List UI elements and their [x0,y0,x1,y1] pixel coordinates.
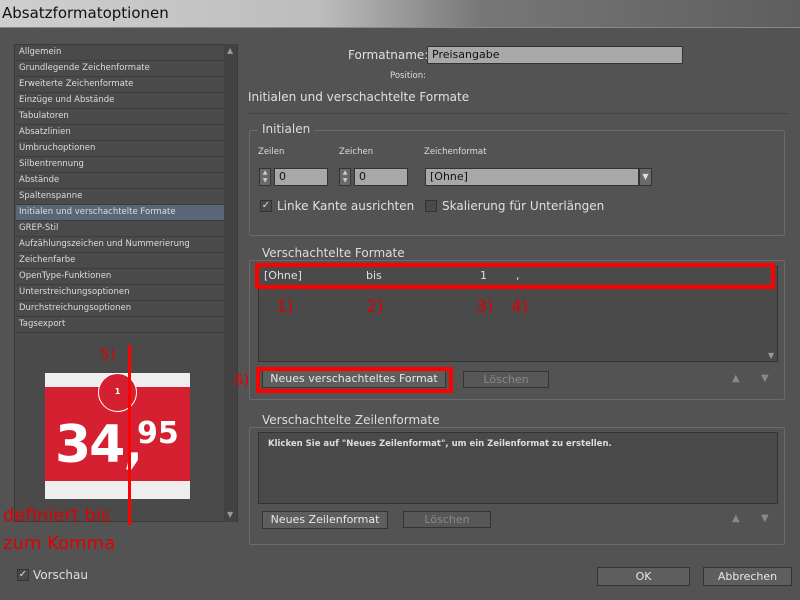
sidebar-item[interactable]: Abstände [16,173,224,189]
move-down-icon[interactable]: ▼ [761,373,769,384]
linke-kante-label: Linke Kante ausrichten [277,199,415,213]
scroll-up-icon[interactable]: ▲ [227,46,233,55]
skalierung-label: Skalierung für Unterlängen [442,199,605,213]
sidebar-item[interactable]: GREP-Stil [16,221,224,237]
sidebar-item[interactable]: Aufzählungszeichen und Nummerierung [16,237,224,253]
line-move-down-icon[interactable]: ▼ [761,513,769,524]
delete-line-format-button[interactable]: Löschen [403,511,491,528]
zeichen-input[interactable]: 0 [354,168,408,186]
position-label: Position: [390,71,426,81]
sidebar-item[interactable]: Initialen und verschachtelte Formate [16,205,224,221]
ok-button[interactable]: OK [597,567,690,586]
scroll-down-icon[interactable]: ▼ [227,510,233,519]
price-cents: 95 [137,416,179,451]
divider [248,113,788,114]
sidebar-item[interactable]: Silbentrennung [16,157,224,173]
nested-row-format[interactable]: [Ohne] [264,269,302,282]
preview-checkbox[interactable]: ✓ [17,569,29,581]
delete-nested-button[interactable]: Löschen [463,371,549,388]
sidebar-item[interactable]: Einzüge und Abstände [16,93,224,109]
section-title: Initialen und verschachtelte Formate [248,90,470,104]
sidebar-item[interactable]: Tabulatoren [16,109,224,125]
annotation-note-1: definiert bis [3,505,111,526]
price-main: 34 [55,415,125,475]
badge: 1 [98,373,137,412]
sidebar-item[interactable]: Erweiterte Zeichenformate [16,77,224,93]
zeilen-input[interactable]: 0 [274,168,328,186]
sidebar-item[interactable]: Allgemein [16,45,224,61]
sidebar-item[interactable]: Grundlegende Zeichenformate [16,61,224,77]
formatname-label: Formatname: [348,48,429,62]
nested-row-mode[interactable]: bis [366,269,382,282]
annotation-note-2: zum Komma [3,533,116,554]
sidebar-item[interactable]: Umbruchoptionen [16,141,224,157]
annotation-4: 4) [511,297,529,317]
annotation-2: 2) [366,297,384,317]
initialen-title: Initialen [258,122,315,136]
list-scroll-down-icon[interactable]: ▼ [768,351,774,360]
annotation-button-box [256,367,453,393]
cancel-button[interactable]: Abbrechen [703,567,792,586]
new-line-format-button[interactable]: Neues Zeilenformat [262,511,388,529]
sidebar-item[interactable]: Absatzlinien [16,125,224,141]
zeilen-label: Zeilen [258,147,285,157]
formatname-input[interactable]: Preisangabe [427,46,683,64]
sidebar-item[interactable]: Spaltenspanne [16,189,224,205]
annotation-line [128,345,131,525]
sidebar-item[interactable]: Durchstreichungsoptionen [16,301,224,317]
sidebar-item[interactable]: Unterstreichungsoptionen [16,285,224,301]
sidebar-item[interactable]: Tagsexport [16,317,224,333]
move-up-icon[interactable]: ▲ [732,373,740,384]
annotation-5: 5) [100,345,116,363]
line-formats-hint: Klicken Sie auf "Neues Zeilenformat", um… [268,439,612,449]
window-title: Absatzformatoptionen [2,4,169,22]
sidebar-item[interactable]: Zeichenfarbe [16,253,224,269]
annotation-6: 6) [234,371,250,389]
annotation-row-box [255,263,775,289]
zeichenformat-select[interactable]: [Ohne] [425,168,639,186]
nested-row-char[interactable]: , [516,269,520,282]
preview-image: 1 34, 95 [45,373,190,499]
linke-kante-checkbox[interactable]: ✓ [260,200,272,212]
skalierung-checkbox[interactable] [425,200,437,212]
annotation-1: 1) [276,297,294,317]
nested-row-count[interactable]: 1 [480,269,487,282]
nested-title: Verschachtelte Formate [258,246,409,260]
line-move-up-icon[interactable]: ▲ [732,513,740,524]
chevron-down-icon[interactable]: ▼ [639,168,652,186]
zeichen-label: Zeichen [339,147,374,157]
annotation-3: 3) [476,297,494,317]
category-scrollbar[interactable]: ▲ ▼ [224,44,237,522]
zeilen-stepper[interactable]: ▲ ▼ [259,168,271,186]
line-formats-title: Verschachtelte Zeilenformate [258,413,444,427]
zeichenformat-label: Zeichenformat [424,147,487,157]
sidebar-item[interactable]: OpenType-Funktionen [16,269,224,285]
zeichen-stepper[interactable]: ▲ ▼ [339,168,351,186]
preview-label: Vorschau [33,568,88,582]
